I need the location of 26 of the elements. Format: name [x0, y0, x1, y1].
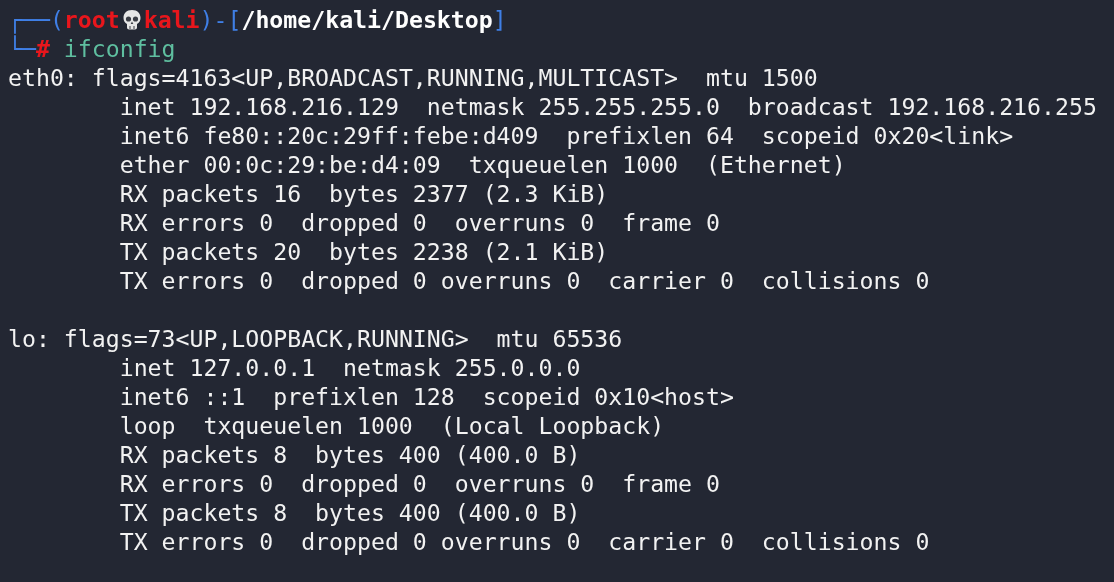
prompt-separator: )-[: [199, 5, 242, 34]
prompt-frame: ┌──(: [8, 5, 64, 34]
output-line: TX errors 0 dropped 0 overruns 0 carrier 0 collisions 0: [119, 266, 930, 295]
output-line: inet6 ::1 prefixlen 128 scopeid 0x10<host>: [119, 382, 734, 411]
output-line: inet 127.0.0.1 netmask 255.0.0.0: [119, 353, 581, 382]
interface-header: lo: flags=73<UP,LOOPBACK,RUNNING> mtu 65536: [8, 324, 623, 353]
command-text: ifconfig: [63, 34, 176, 63]
output-line: RX errors 0 dropped 0 overruns 0 frame 0: [119, 469, 720, 498]
prompt-symbol: #: [35, 35, 50, 63]
prompt-user: root: [63, 5, 120, 34]
skull-icon: [121, 8, 142, 31]
prompt-corner: └─: [8, 34, 36, 63]
output-line: TX packets 20 bytes 2238 (2.1 KiB): [119, 237, 609, 266]
output-line: RX packets 16 bytes 2377 (2.3 KiB): [119, 179, 609, 208]
output-line: RX packets 8 bytes 400 (400.0 B): [119, 440, 581, 469]
output-line: inet6 fe80::20c:29ff:febe:d409 prefixlen 64 scopeid 0x20<link>: [119, 121, 1014, 150]
output-line: loop txqueuelen 1000 (Local Loopback): [119, 411, 665, 440]
output-line: TX packets 8 bytes 400 (400.0 B): [119, 498, 581, 527]
output-line: RX errors 0 dropped 0 overruns 0 frame 0: [119, 208, 720, 237]
prompt-path: /home/kali/Desktop: [241, 5, 493, 34]
prompt-host: kali: [143, 5, 200, 34]
output-line: inet 192.168.216.129 netmask 255.255.255.0 broadcast 192.168.216.255: [119, 92, 1097, 121]
interface-header: eth0: flags=4163<UP,BROADCAST,RUNNING,MULTICAST> mtu 1500: [8, 63, 818, 92]
prompt-bracket: ]: [492, 5, 507, 34]
output-line: TX errors 0 dropped 0 overruns 0 carrier 0 collisions 0: [119, 527, 930, 556]
output-line: ether 00:0c:29:be:d4:09 txqueuelen 1000 (Ethernet): [119, 150, 846, 179]
